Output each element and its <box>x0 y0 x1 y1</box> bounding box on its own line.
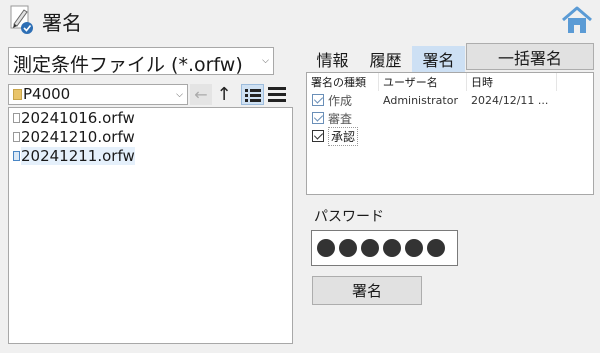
signature-checkbox[interactable] <box>312 94 324 106</box>
signature-user: Administrator <box>383 93 458 107</box>
grid-view-button[interactable] <box>241 84 264 105</box>
tab-info[interactable]: 情報 <box>306 46 359 72</box>
signature-type-label: 審査 <box>328 111 353 126</box>
file-icon <box>13 112 20 123</box>
tab-history[interactable]: 履歴 <box>359 46 412 72</box>
file-name: 20241210.orfw <box>21 127 135 146</box>
arrow-up-icon: ↑ <box>216 84 232 105</box>
up-folder-button[interactable]: ↑ <box>213 84 235 105</box>
file-name: 20241016.orfw <box>21 108 135 127</box>
password-mask-dot <box>361 239 379 257</box>
file-name: 20241211.orfw <box>21 146 135 165</box>
password-label: パスワード <box>314 209 384 225</box>
password-input[interactable] <box>311 230 458 266</box>
app-title: 署名 <box>42 11 82 35</box>
file-item[interactable]: 20241016.orfw <box>9 108 292 127</box>
column-header-type[interactable]: 署名の種類 <box>307 73 379 91</box>
file-list[interactable]: 20241016.orfw 20241210.orfw 20241211.orf… <box>8 107 293 344</box>
signature-checkbox[interactable] <box>312 130 324 142</box>
password-mask-dot <box>427 239 445 257</box>
folder-icon <box>13 89 22 100</box>
file-type-value: 測定条件ファイル (*.orfw) <box>13 54 243 76</box>
list-view-icon <box>268 87 286 102</box>
signature-pen-icon <box>10 5 33 34</box>
tab-signature[interactable]: 署名 <box>412 46 465 72</box>
chevron-down-icon: ⌵ <box>262 56 269 66</box>
signature-type-label: 作成 <box>328 93 353 108</box>
file-item-selected[interactable]: 20241211.orfw <box>9 146 292 165</box>
back-button[interactable]: ← <box>190 84 212 105</box>
table-header: 署名の種類 ユーザー名 日時 <box>307 73 593 91</box>
arrow-left-icon: ← <box>194 85 208 104</box>
password-mask-dot <box>383 239 401 257</box>
file-item[interactable]: 20241210.orfw <box>9 127 292 146</box>
list-view-button[interactable] <box>266 84 288 105</box>
table-row: 審査 <box>307 109 593 127</box>
column-header-date[interactable]: 日時 <box>467 73 557 91</box>
file-icon <box>13 150 20 161</box>
signature-type-label: 承認 <box>328 126 359 146</box>
folder-value: P4000 <box>23 85 71 103</box>
password-mask-dot <box>339 239 357 257</box>
table-row: 作成 Administrator 2024/12/11 ... <box>307 91 593 109</box>
home-icon[interactable] <box>561 5 593 35</box>
file-type-select[interactable]: 測定条件ファイル (*.orfw) ⌵ <box>8 47 274 76</box>
column-header-user[interactable]: ユーザー名 <box>379 73 467 91</box>
detail-tabs: 情報 履歴 署名 <box>306 46 465 72</box>
bulk-sign-button[interactable]: 一括署名 <box>466 43 594 70</box>
password-mask-dot <box>317 239 335 257</box>
signature-date: 2024/12/11 ... <box>471 93 549 107</box>
signature-checkbox[interactable] <box>312 112 324 124</box>
signature-table: 署名の種類 ユーザー名 日時 作成 Administrator 2024/12/… <box>306 72 594 195</box>
title-bar: 署名 <box>0 0 600 40</box>
folder-select[interactable]: P4000 ⌵ <box>8 84 188 105</box>
grid-view-icon <box>244 88 261 102</box>
password-mask-dot <box>405 239 423 257</box>
chevron-down-icon: ⌵ <box>176 90 183 100</box>
table-row: 承認 <box>307 126 593 146</box>
sign-button[interactable]: 署名 <box>312 276 422 305</box>
file-icon <box>13 131 20 142</box>
